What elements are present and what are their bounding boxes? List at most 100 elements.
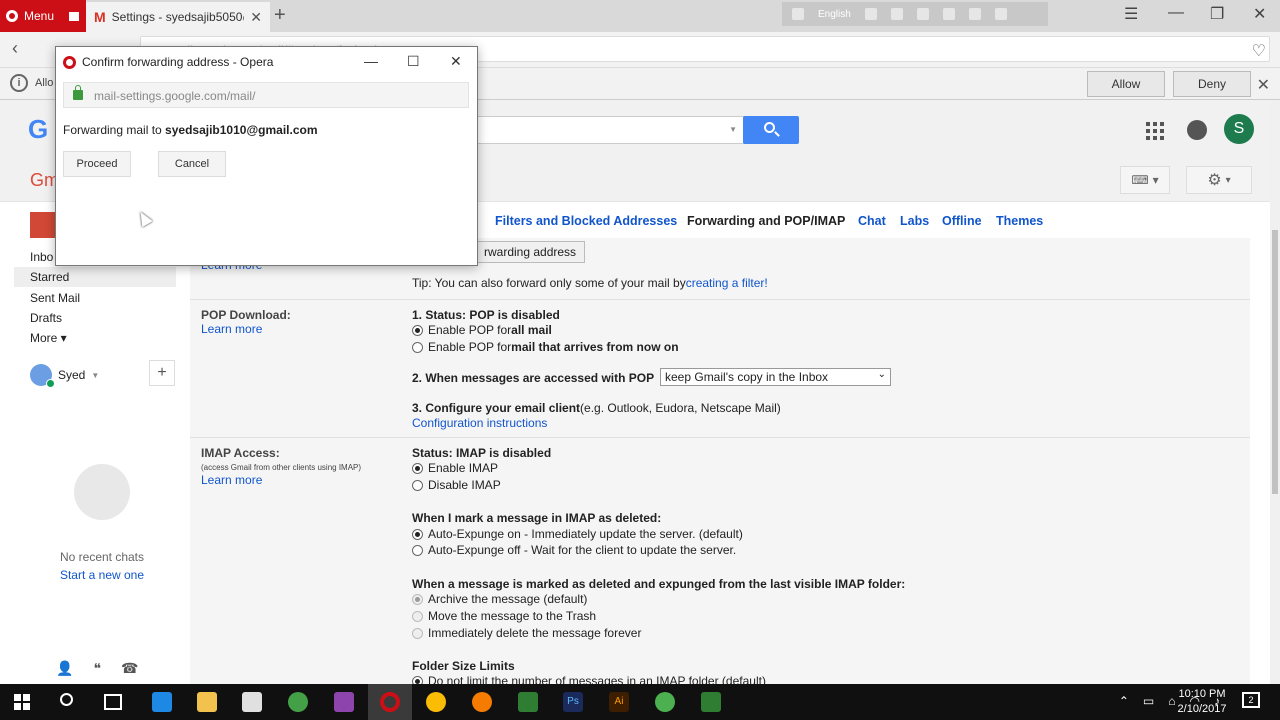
back-arrow-icon[interactable]: ‹	[12, 38, 18, 59]
nav-inbox[interactable]: Inbo	[30, 250, 53, 264]
search-icon[interactable]	[60, 693, 73, 706]
pop-new-mail-option[interactable]: Enable POP for mail that arrives from no…	[412, 340, 679, 354]
dialog-maximize-button[interactable]: ☐	[407, 53, 420, 70]
chevron-up-icon[interactable]: ⌃	[1119, 694, 1129, 708]
sidebar-toggle-icon[interactable]	[62, 0, 86, 32]
search-input[interactable]: ▼	[476, 116, 744, 144]
task-view-icon[interactable]	[104, 694, 122, 710]
tab-close-icon[interactable]: ✕	[250, 9, 262, 26]
edge-icon[interactable]	[152, 692, 172, 712]
hangouts-user[interactable]: Syed ▼	[30, 364, 99, 388]
restore-button[interactable]: ❐	[1210, 4, 1224, 24]
illustrator-icon[interactable]: Ai	[609, 692, 629, 712]
radio-button[interactable]	[412, 610, 423, 622]
trash-option[interactable]: Move the message to the Trash	[412, 609, 596, 623]
extension-icon[interactable]	[916, 8, 929, 20]
pop-all-mail-option[interactable]: Enable POP for all mail	[412, 323, 552, 337]
windows-start-icon[interactable]	[14, 694, 30, 710]
power-icon[interactable]: ▭	[1143, 694, 1154, 708]
disable-imap-option[interactable]: Disable IMAP	[412, 478, 501, 492]
search-options-icon[interactable]: ▼	[729, 125, 737, 134]
help-icon[interactable]	[968, 8, 981, 20]
deny-button[interactable]: Deny	[1173, 71, 1251, 97]
opera-icon[interactable]	[380, 692, 400, 712]
new-tab-button[interactable]: +	[274, 4, 286, 27]
proceed-button[interactable]: Proceed	[63, 151, 131, 177]
notification-close-icon[interactable]: ✕	[1257, 75, 1270, 95]
photoshop-icon[interactable]: Ps	[563, 692, 583, 712]
tab-forwarding[interactable]: Forwarding and POP/IMAP	[687, 214, 845, 228]
easy-setup-icon[interactable]: ☰	[1124, 4, 1138, 24]
info-icon[interactable]	[994, 8, 1007, 20]
opera-menu-button[interactable]: Menu	[0, 0, 62, 32]
extension-icon[interactable]	[890, 8, 903, 20]
radio-button[interactable]	[412, 593, 423, 605]
radio-button[interactable]	[412, 627, 423, 639]
tab-filters[interactable]: Filters and Blocked Addresses	[495, 214, 677, 228]
delete-forever-option[interactable]: Immediately delete the message forever	[412, 626, 641, 640]
extension-icon[interactable]	[864, 8, 877, 20]
clock[interactable]: 10:10 PM 2/10/2017	[1170, 687, 1234, 717]
action-center-icon[interactable]: 2	[1242, 692, 1260, 708]
browser-tab-settings[interactable]: M Settings - syedsajib5050@ ✕	[86, 2, 270, 32]
nav-more[interactable]: More ▾	[30, 331, 67, 345]
radio-button[interactable]	[412, 324, 423, 336]
file-explorer-icon[interactable]	[197, 692, 217, 712]
create-filter-link[interactable]: creating a filter!	[686, 276, 768, 290]
allow-button[interactable]: Allow	[1087, 71, 1165, 97]
account-avatar[interactable]: S	[1224, 114, 1254, 144]
quill-app-icon[interactable]	[334, 692, 354, 712]
google-logo[interactable]: G	[28, 114, 48, 145]
nav-starred[interactable]: Starred	[14, 267, 176, 287]
tab-chat[interactable]: Chat	[858, 214, 886, 228]
search-button[interactable]	[743, 116, 799, 144]
dialog-minimize-button[interactable]: —	[364, 53, 378, 69]
pop-learn-more-link[interactable]: Learn more	[201, 322, 262, 336]
language-label[interactable]: English	[818, 9, 851, 20]
auto-expunge-on-option[interactable]: Auto-Expunge on - Immediately update the…	[412, 527, 743, 541]
tab-themes[interactable]: Themes	[996, 214, 1043, 228]
imap-learn-more-link[interactable]: Learn more	[201, 473, 262, 487]
utorrent-icon[interactable]	[655, 692, 675, 712]
phone-icon[interactable]: ☎	[121, 660, 138, 677]
config-instructions-link[interactable]: Configuration instructions	[412, 416, 547, 430]
nav-drafts[interactable]: Drafts	[30, 311, 62, 325]
apps-grid-icon[interactable]	[1146, 122, 1164, 140]
chrome-icon[interactable]	[426, 692, 446, 712]
edge-icon[interactable]	[942, 8, 955, 20]
option-label-bold: mail that arrives from now on	[511, 340, 679, 354]
menu-label: Menu	[24, 9, 55, 23]
scrollbar-thumb[interactable]	[1272, 230, 1278, 494]
keyboard-button[interactable]: ⌨ ▾	[1120, 166, 1170, 194]
heart-bookmark-icon[interactable]: ♡	[1252, 41, 1266, 61]
enable-imap-option[interactable]: Enable IMAP	[412, 461, 498, 475]
dialog-close-button[interactable]: ✕	[450, 53, 462, 70]
camtasia-icon[interactable]	[518, 692, 538, 712]
settings-button[interactable]: ⚙ ▾	[1186, 166, 1252, 194]
radio-button[interactable]	[412, 479, 423, 491]
nav-sent-mail[interactable]: Sent Mail	[30, 291, 80, 305]
add-forwarding-address-button[interactable]: rwarding address	[475, 241, 586, 263]
tab-labs[interactable]: Labs	[900, 214, 929, 228]
cancel-button[interactable]: Cancel	[158, 151, 226, 177]
firefox-icon[interactable]	[472, 692, 492, 712]
tab-offline[interactable]: Offline	[942, 214, 982, 228]
network-app-icon[interactable]	[288, 692, 308, 712]
notifications-icon[interactable]	[1187, 120, 1207, 140]
minimize-button[interactable]: —	[1168, 4, 1184, 22]
camtasia-recorder-icon[interactable]	[701, 692, 721, 712]
store-icon[interactable]	[242, 692, 262, 712]
close-window-button[interactable]: ✕	[1253, 4, 1266, 24]
new-chat-button[interactable]: +	[149, 360, 175, 386]
start-chat-link[interactable]: Start a new one	[0, 568, 204, 582]
extension-icon[interactable]	[792, 8, 804, 20]
radio-button[interactable]	[412, 544, 423, 556]
archive-option[interactable]: Archive the message (default)	[412, 592, 587, 606]
contacts-icon[interactable]: 👤	[56, 660, 73, 677]
pop-action-select[interactable]: keep Gmail's copy in the Inbox ⌄	[660, 368, 891, 386]
hangouts-chat-icon[interactable]: ❝	[93, 660, 101, 677]
radio-button[interactable]	[412, 528, 423, 540]
auto-expunge-off-option[interactable]: Auto-Expunge off - Wait for the client t…	[412, 543, 736, 557]
radio-button[interactable]	[412, 462, 423, 474]
radio-button[interactable]	[412, 341, 423, 353]
